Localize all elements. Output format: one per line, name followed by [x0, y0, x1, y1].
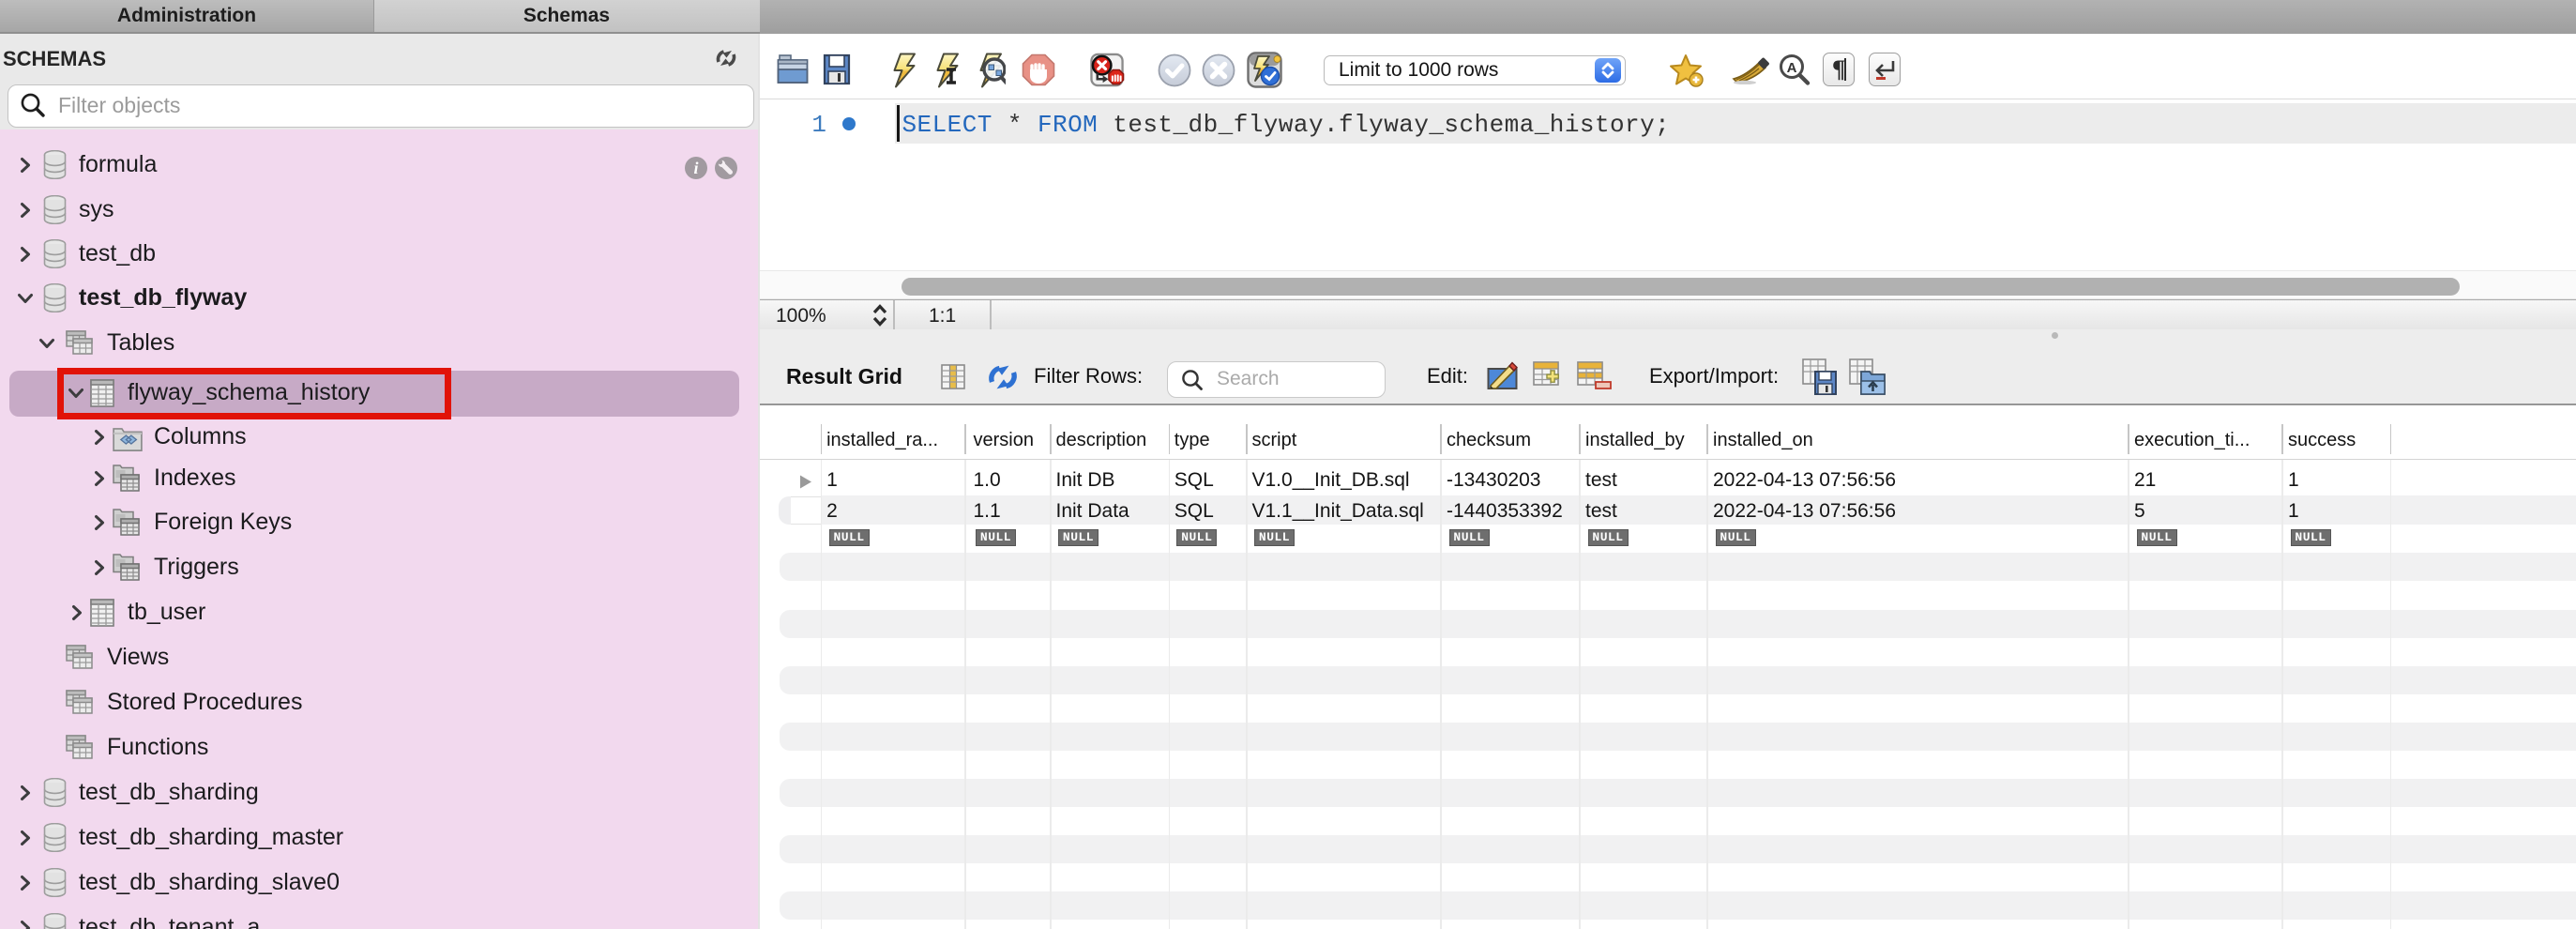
svg-text:A: A [1787, 60, 1797, 76]
svg-text:i: i [693, 159, 698, 177]
svg-text:¶: ¶ [1832, 56, 1845, 83]
